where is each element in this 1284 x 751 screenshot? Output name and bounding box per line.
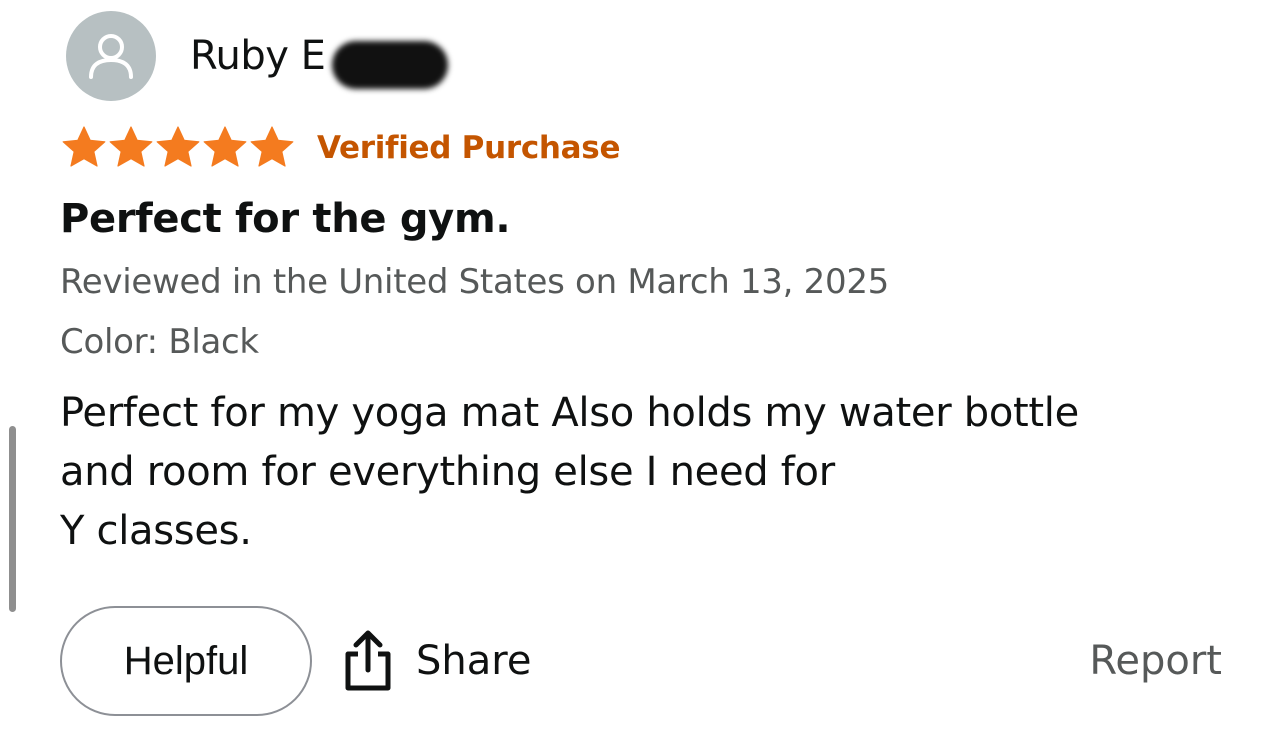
review-body-line: Perfect for my yoga mat Also holds my wa… xyxy=(60,390,1079,436)
product-variant[interactable]: Color: Black xyxy=(60,322,1250,362)
share-button[interactable]: Share xyxy=(342,630,531,692)
user-silhouette-icon xyxy=(89,34,133,79)
report-link[interactable]: Report xyxy=(1089,638,1222,684)
star-rating[interactable] xyxy=(60,124,295,172)
review-date: Reviewed in the United States on March 1… xyxy=(60,262,889,302)
scrollbar[interactable] xyxy=(9,426,16,612)
star-icon xyxy=(109,126,153,167)
review-body: Perfect for my yoga mat Also holds my wa… xyxy=(60,384,1250,561)
star-icon xyxy=(203,126,247,167)
review-body-line: Y classes. xyxy=(60,508,252,554)
avatar[interactable] xyxy=(66,11,156,101)
review-title: Perfect for the gym. xyxy=(60,196,511,242)
review-card: Ruby E Verified Purchase Perfect for the… xyxy=(60,10,1250,561)
review-actions: Helpful Share Report xyxy=(60,603,1222,719)
reviewer-name-wrap: Ruby E xyxy=(190,33,448,89)
review-body-line: and room for everything else I need for xyxy=(60,449,835,495)
rating-row: Verified Purchase xyxy=(60,124,1250,172)
share-label: Share xyxy=(416,638,532,684)
reviewer-profile[interactable]: Ruby E xyxy=(60,10,1250,102)
share-icon xyxy=(345,630,391,691)
helpful-button[interactable]: Helpful xyxy=(60,606,312,716)
name-redaction xyxy=(332,41,448,89)
star-icon xyxy=(62,126,106,167)
verified-purchase-badge: Verified Purchase xyxy=(317,130,621,166)
reviewer-name[interactable]: Ruby E xyxy=(190,33,326,79)
star-icon xyxy=(250,126,294,167)
star-icon xyxy=(156,126,200,167)
